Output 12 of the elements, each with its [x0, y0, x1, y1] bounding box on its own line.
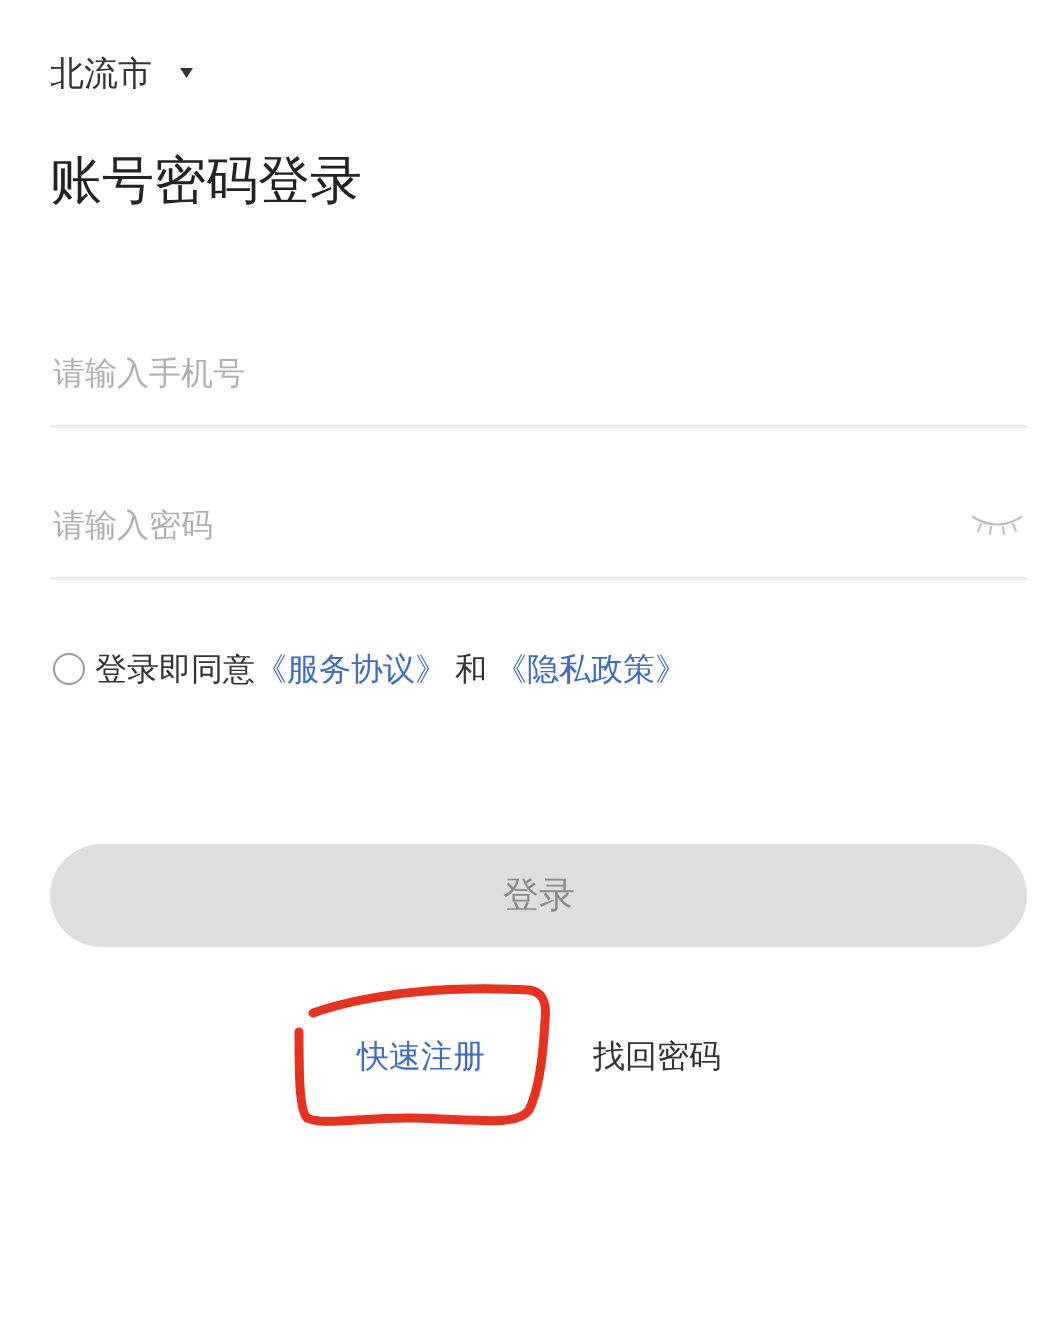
- agreement-radio[interactable]: [53, 653, 85, 685]
- register-link[interactable]: 快速注册: [356, 1034, 485, 1078]
- caret-icon[interactable]: [180, 68, 193, 78]
- recover-password-link[interactable]: 找回密码: [592, 1034, 721, 1078]
- policy-link[interactable]: 《隐私政策》: [495, 650, 687, 688]
- city-selector[interactable]: 北流市: [50, 50, 152, 96]
- password-input[interactable]: 请输入密码: [50, 472, 959, 577]
- agreement-text: 登录即同意《服务协议》 和 《隐私政策》: [95, 649, 687, 690]
- eye-closed-icon[interactable]: [971, 513, 1023, 536]
- page-title: 账号密码登录: [50, 149, 363, 212]
- policy-link[interactable]: 《服务协议》: [255, 650, 447, 688]
- phone-input[interactable]: 请输入手机号: [50, 320, 1027, 425]
